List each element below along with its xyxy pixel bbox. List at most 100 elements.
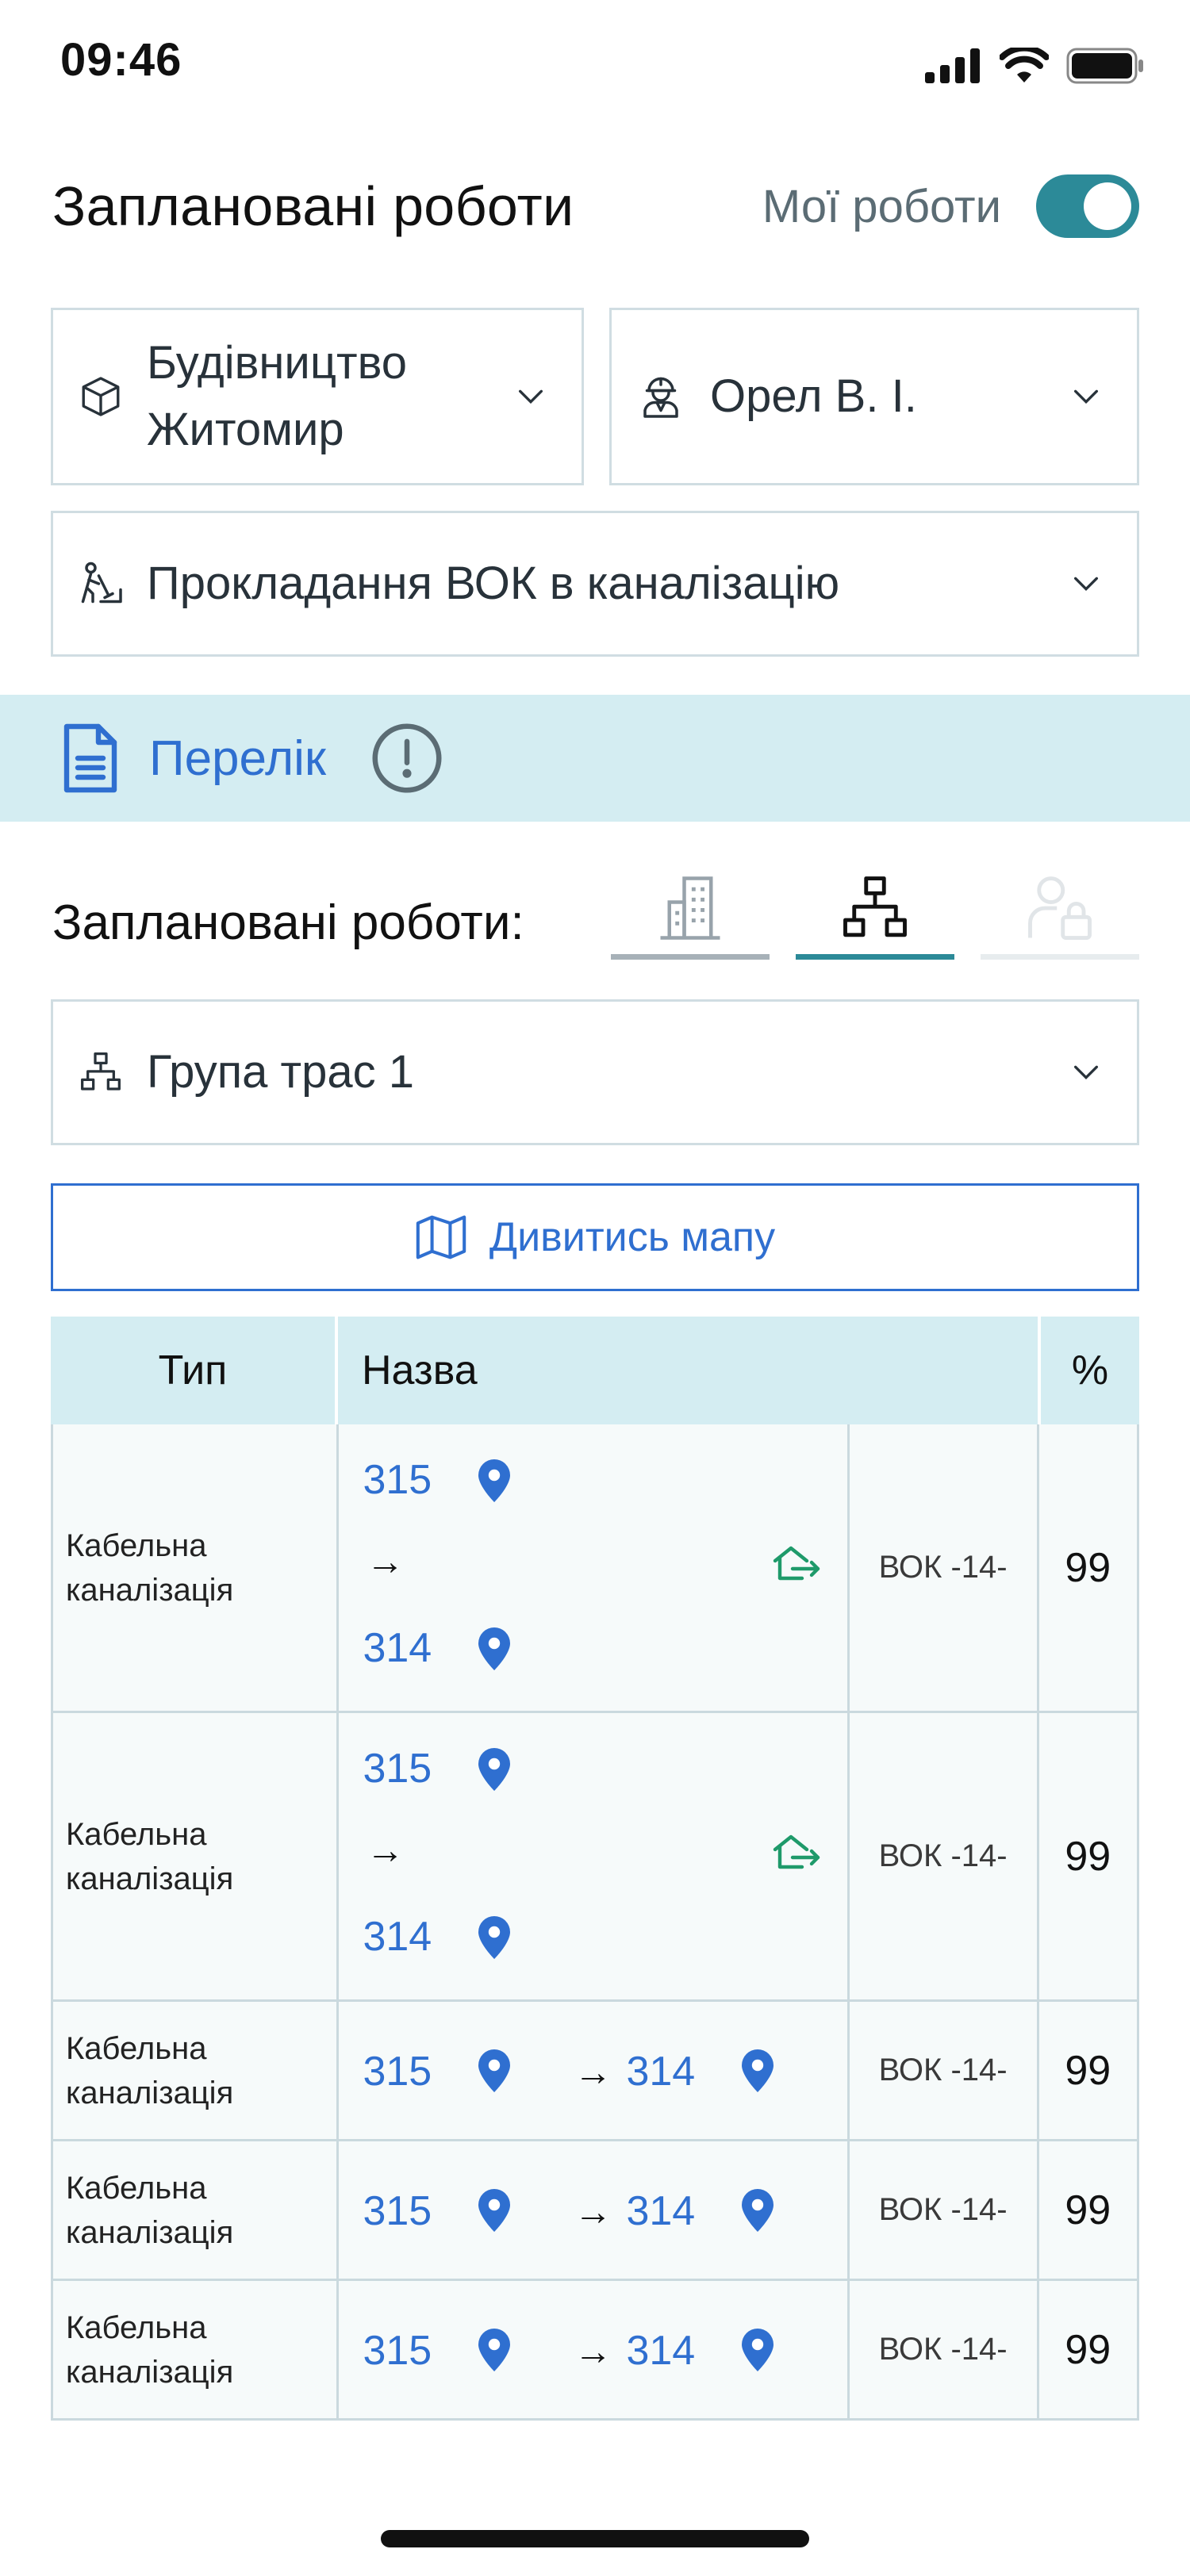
cellular-signal-icon	[925, 48, 980, 83]
tab-network[interactable]	[796, 872, 954, 960]
from-node-link[interactable]: 315	[363, 2187, 432, 2235]
row-type-line2: каналізація	[66, 2075, 234, 2110]
header-percent: %	[1071, 1347, 1109, 1393]
cube-icon	[77, 373, 125, 420]
work-type-dropdown[interactable]: Прокладання ВОК в каналізацію	[51, 511, 1139, 657]
tab-underline-active	[796, 954, 954, 960]
project-line1: Будівництво	[147, 337, 408, 389]
tab-underline	[611, 954, 770, 960]
project-value: Будівництво Житомир	[147, 330, 407, 463]
list-band: Перелік	[0, 695, 1190, 822]
work-type-value: Прокладання ВОК в каналізацію	[147, 558, 840, 609]
to-node-link[interactable]: 314	[363, 1624, 432, 1672]
location-pin-icon[interactable]	[478, 2329, 511, 2371]
page-title: Заплановані роботи	[52, 175, 574, 237]
tab-buildings[interactable]	[611, 872, 770, 960]
project-line2: Житомир	[147, 404, 344, 455]
to-node-link[interactable]: 314	[626, 2048, 695, 2095]
header-name: Назва	[338, 1317, 1041, 1424]
status-bar: 09:46	[0, 0, 1190, 127]
row-type-line1: Кабельна	[66, 1528, 207, 1563]
row-name: 315 → 314	[339, 1424, 850, 1711]
row-percent: 99	[1065, 2326, 1111, 2373]
row-name: 315 → 314	[339, 1713, 850, 1999]
toggle-knob	[1084, 182, 1131, 230]
row-type-line1: Кабельна	[66, 1816, 207, 1852]
location-pin-icon[interactable]	[478, 2049, 511, 2092]
location-pin-icon[interactable]	[478, 1459, 511, 1502]
table-row[interactable]: Кабельна каналізація 315 → 314 ВОК -14- …	[51, 1713, 1139, 2002]
group-dropdown[interactable]: Група трас 1	[51, 999, 1139, 1145]
my-works-label: Мої роботи	[762, 180, 1001, 232]
row-code: ВОК -14-	[850, 1424, 1039, 1711]
chevron-down-icon	[1074, 389, 1098, 404]
employee-dropdown[interactable]: Орел В. І.	[609, 308, 1139, 485]
row-name: 315 → 314	[339, 2141, 850, 2279]
table-row[interactable]: Кабельна каналізація 315 → 314 ВОК -14- …	[51, 2141, 1139, 2281]
network-icon	[843, 876, 907, 937]
row-type: Кабельна каналізація	[53, 2002, 340, 2139]
employee-value: Орел В. І.	[710, 370, 917, 422]
location-pin-icon[interactable]	[478, 1916, 511, 1959]
user-lock-icon	[1028, 876, 1092, 940]
row-percent: 99	[1065, 2187, 1111, 2233]
arrow-right-icon: →	[574, 2052, 612, 2094]
arrow-right-icon: →	[366, 1541, 405, 1583]
chevron-down-icon	[519, 389, 543, 404]
home-indicator[interactable]	[381, 2530, 809, 2547]
tab-underline	[981, 954, 1139, 960]
location-pin-icon[interactable]	[478, 1627, 511, 1670]
row-type: Кабельна каналізація	[53, 2141, 340, 2279]
arrow-right-icon: →	[366, 1830, 405, 1872]
row-type-line2: каналізація	[66, 1572, 234, 1608]
row-code: ВОК -14-	[850, 2281, 1039, 2418]
my-works-toggle[interactable]	[1036, 174, 1139, 238]
row-type-line2: каналізація	[66, 2354, 234, 2390]
document-icon	[63, 723, 117, 793]
from-node-link[interactable]: 315	[363, 1745, 432, 1792]
chevron-down-icon	[1074, 1065, 1098, 1080]
status-icons	[925, 48, 1146, 84]
from-node-link[interactable]: 315	[363, 2048, 432, 2095]
to-node-link[interactable]: 314	[626, 2187, 695, 2235]
row-type-line1: Кабельна	[66, 2170, 207, 2206]
row-type-line1: Кабельна	[66, 2030, 207, 2066]
tab-users[interactable]	[981, 872, 1139, 960]
arrow-right-icon: →	[574, 2331, 612, 2373]
map-icon	[416, 1215, 466, 1259]
info-icon[interactable]	[370, 722, 443, 795]
arrow-right-icon: →	[574, 2191, 612, 2233]
table-row[interactable]: Кабельна каналізація 315 → 314 ВОК -14- …	[51, 2281, 1139, 2421]
from-node-link[interactable]: 315	[363, 2327, 432, 2375]
works-table: Тип Назва % Кабельна каналізація 315 → 3…	[51, 1317, 1139, 2421]
status-time: 09:46	[60, 34, 182, 86]
row-name: 315 → 314	[339, 2002, 850, 2139]
location-pin-icon[interactable]	[742, 2189, 774, 2232]
view-map-button[interactable]: Дивитись мапу	[51, 1183, 1139, 1291]
location-pin-icon[interactable]	[742, 2049, 774, 2092]
location-pin-icon[interactable]	[478, 2189, 511, 2232]
location-pin-icon[interactable]	[478, 1748, 511, 1791]
row-code: ВОК -14-	[850, 1713, 1039, 1999]
table-row[interactable]: Кабельна каналізація 315 → 314 ВОК -14- …	[51, 2002, 1139, 2141]
row-type: Кабельна каналізація	[53, 2281, 340, 2418]
planned-works-label: Заплановані роботи:	[52, 895, 524, 950]
to-node-link[interactable]: 314	[363, 1913, 432, 1961]
wifi-icon	[1000, 48, 1049, 82]
house-arrow-icon[interactable]	[772, 1834, 821, 1872]
worker-icon	[637, 373, 685, 420]
project-dropdown[interactable]: Будівництво Житомир	[51, 308, 584, 485]
from-node-link[interactable]: 315	[363, 1456, 432, 1504]
header-type: Тип	[51, 1317, 338, 1424]
row-percent: 99	[1065, 2047, 1111, 2094]
view-map-label: Дивитись мапу	[489, 1214, 776, 1260]
house-arrow-icon[interactable]	[772, 1545, 821, 1583]
row-code: ВОК -14-	[850, 2002, 1039, 2139]
table-row[interactable]: Кабельна каналізація 315 → 314 ВОК -14- …	[51, 1424, 1139, 1713]
to-node-link[interactable]: 314	[626, 2327, 695, 2375]
group-value: Група трас 1	[147, 1046, 414, 1098]
list-label[interactable]: Перелік	[149, 730, 326, 787]
row-type-line2: каналізація	[66, 2214, 234, 2250]
row-percent: 99	[1065, 1833, 1111, 1880]
location-pin-icon[interactable]	[742, 2329, 774, 2371]
